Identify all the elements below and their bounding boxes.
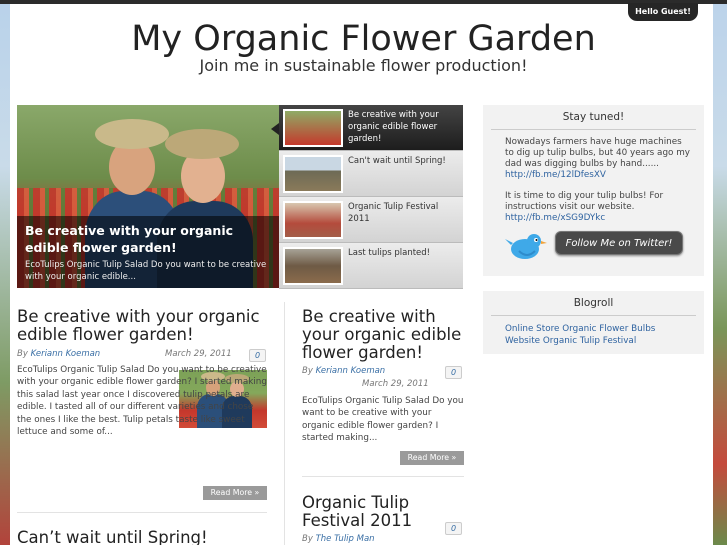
post-title[interactable]: Organic Tulip Festival 2011: [302, 494, 464, 530]
thumb-image: [283, 201, 343, 239]
post-by: By: [302, 366, 313, 376]
slide-main-image[interactable]: Be creative with your organic edible flo…: [17, 105, 279, 288]
blogroll-widget: Blogroll Online Store Organic Flower Bul…: [483, 291, 704, 354]
person-1-hat: [95, 119, 169, 149]
slider-thumb-3[interactable]: Organic Tulip Festival 2011: [279, 197, 463, 243]
featured-slider: Be creative with your organic edible flo…: [17, 105, 463, 289]
blogroll-link-store[interactable]: Online Store Organic Flower Bulbs: [505, 323, 690, 335]
post-divider: [302, 476, 464, 477]
post-date: March 29, 2011: [362, 379, 429, 389]
slider-thumb-2[interactable]: Can't wait until Spring!: [279, 151, 463, 197]
post-title[interactable]: Be creative with your organic edible flo…: [302, 308, 464, 362]
post-meta: By Keriann Koeman 0: [302, 366, 464, 379]
post-date-row: March 29, 2011: [302, 379, 464, 391]
tweet-2-text: It is time to dig your tulip bulbs! For …: [505, 191, 664, 212]
blogroll-links: Online Store Organic Flower Bulbs Websit…: [505, 323, 690, 347]
stay-tuned-widget: Stay tuned! Nowadays farmers have huge m…: [483, 105, 704, 276]
post-divider: [17, 512, 267, 513]
post-card-left-1: Be creative with your organic edible flo…: [17, 308, 267, 500]
widget-title: Blogroll: [491, 297, 696, 316]
slider-thumb-1[interactable]: Be creative with your organic edible flo…: [279, 105, 463, 151]
post-card-right-2: Organic Tulip Festival 2011 By The Tulip…: [302, 494, 464, 545]
background-right-edge: [713, 4, 727, 545]
tweet-1-text: Nowadays farmers have huge machines to d…: [505, 137, 690, 169]
thumb-label: Last tulips planted!: [348, 248, 431, 258]
site-tagline: Join me in sustainable flower production…: [199, 56, 528, 75]
top-bar: [0, 0, 727, 4]
read-more-button[interactable]: Read More »: [400, 451, 464, 465]
column-divider: [284, 302, 285, 545]
slide-caption-title[interactable]: Be creative with your organic edible flo…: [25, 222, 271, 256]
slide-caption-excerpt: EcoTulips Organic Tulip Salad Do you wan…: [25, 260, 267, 282]
tweet-1-link[interactable]: http://fb.me/12lDfesXV: [505, 170, 606, 180]
post-author-link[interactable]: Keriann Koeman: [316, 366, 386, 376]
post-title[interactable]: Be creative with your organic edible flo…: [17, 308, 267, 344]
widget-title: Stay tuned!: [491, 111, 696, 130]
twitter-feed: Nowadays farmers have huge machines to d…: [505, 137, 690, 224]
thumb-label: Organic Tulip Festival 2011: [348, 202, 439, 224]
thumb-label: Can't wait until Spring!: [348, 156, 446, 166]
slide-caption[interactable]: Be creative with your organic edible flo…: [17, 216, 279, 288]
thumb-image: [283, 109, 343, 147]
follow-me-twitter-button[interactable]: Follow Me on Twitter!: [555, 231, 683, 255]
blogroll-link-festival[interactable]: Website Organic Tulip Festival: [505, 335, 690, 347]
post-meta: By The Tulip Man 0: [302, 522, 464, 545]
background-left-edge: [0, 4, 10, 545]
site-title[interactable]: My Organic Flower Garden: [0, 18, 727, 60]
post-date: March 29, 2011: [165, 349, 232, 359]
post-meta: By Keriann Koeman March 29, 2011 0: [17, 349, 267, 362]
slider-thumb-4[interactable]: Last tulips planted!: [279, 243, 463, 289]
comment-count-badge[interactable]: 0: [445, 522, 462, 535]
twitter-bird-icon[interactable]: [505, 229, 549, 263]
slider-thumbnails: Be creative with your organic edible flo…: [279, 105, 463, 289]
post-by: By: [302, 534, 313, 544]
thumb-label: Be creative with your organic edible flo…: [348, 110, 439, 144]
post-by: By: [17, 349, 28, 359]
post-excerpt: EcoTulips Organic Tulip Salad Do you wan…: [302, 396, 464, 444]
post-author-link[interactable]: The Tulip Man: [316, 534, 375, 544]
tweet-2-link[interactable]: http://fb.me/xSG9DYkc: [505, 213, 690, 224]
comment-count-badge[interactable]: 0: [249, 349, 266, 362]
post-card-left-2: Can’t wait until Spring!: [17, 529, 267, 545]
post-card-right-1: Be creative with your organic edible flo…: [302, 308, 464, 465]
active-slide-arrow-icon: [271, 123, 279, 135]
post-excerpt: EcoTulips Organic Tulip Salad Do you wan…: [17, 364, 267, 438]
comment-count-badge[interactable]: 0: [445, 366, 462, 379]
thumb-image: [283, 247, 343, 285]
person-2-hat: [165, 129, 239, 159]
post-excerpt-text: EcoTulips Organic Tulip Salad Do you wan…: [17, 365, 267, 438]
tweet-1: Nowadays farmers have huge machines to d…: [505, 137, 690, 181]
post-author-link[interactable]: Keriann Koeman: [31, 349, 101, 359]
read-more-button[interactable]: Read More »: [203, 486, 267, 500]
thumb-image: [283, 155, 343, 193]
tweet-2: It is time to dig your tulip bulbs! For …: [505, 191, 690, 224]
post-title[interactable]: Can’t wait until Spring!: [17, 529, 267, 545]
